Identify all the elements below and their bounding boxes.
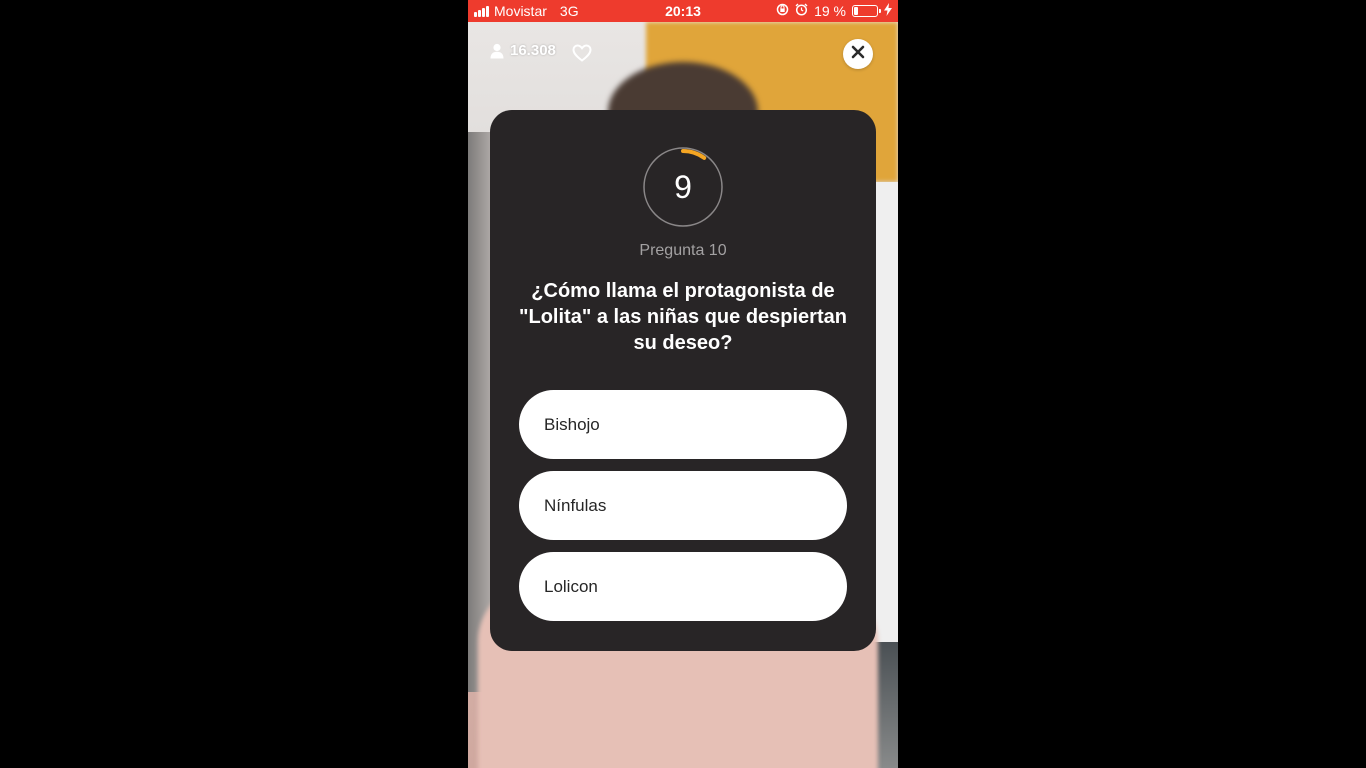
countdown-timer: 9 [642, 146, 724, 228]
question-text: ¿Cómo llama el protagonista de "Lolita" … [519, 280, 847, 354]
answer-list: Bishojo Nínfulas Lolicon [519, 390, 847, 633]
heart-icon[interactable] [572, 44, 592, 67]
battery-icon [852, 5, 881, 17]
answer-option-2[interactable]: Nínfulas [519, 471, 847, 540]
battery-level [854, 7, 858, 15]
question-number: Pregunta 10 [639, 242, 727, 259]
phone-screen: Movistar 3G 20:13 19 % 16.308 9 Pregunta… [468, 0, 898, 768]
carrier-name: Movistar [494, 3, 547, 19]
answer-option-3[interactable]: Lolicon [519, 552, 847, 621]
signal-icon [474, 5, 489, 17]
status-bar: Movistar 3G 20:13 19 % [468, 0, 898, 22]
person-icon [490, 43, 504, 59]
charging-bolt-icon [884, 3, 892, 19]
answer-option-1[interactable]: Bishojo [519, 390, 847, 459]
viewer-count-value: 16.308 [510, 42, 556, 59]
timer-value: 9 [674, 169, 692, 205]
rotation-lock-icon [776, 3, 789, 19]
alarm-icon [795, 3, 808, 19]
viewer-count: 16.308 [490, 42, 556, 59]
quiz-card: 9 Pregunta 10 ¿Cómo llama el protagonist… [490, 110, 876, 651]
status-right: 19 % [776, 0, 892, 22]
close-icon [851, 45, 865, 64]
close-button[interactable] [843, 39, 873, 69]
status-left: Movistar 3G [474, 0, 579, 22]
battery-percent: 19 % [814, 3, 846, 19]
network-type: 3G [559, 3, 579, 19]
